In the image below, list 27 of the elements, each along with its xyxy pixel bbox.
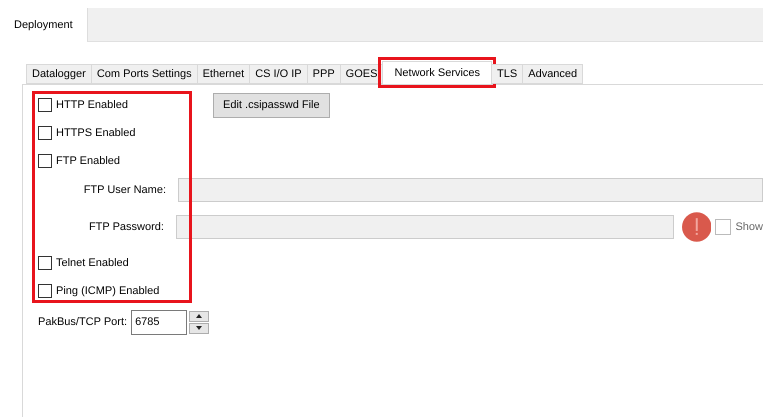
checkbox-label: Telnet Enabled (56, 257, 129, 269)
tab[interactable]: TLS (491, 64, 524, 84)
checkbox-label: FTP Enabled (56, 155, 120, 167)
checkbox[interactable] (38, 126, 52, 140)
spin-up-button[interactable] (189, 310, 210, 322)
checkbox-label: HTTPS Enabled (56, 127, 136, 139)
tab[interactable]: Ethernet (196, 64, 250, 84)
checkbox-label: HTTP Enabled (56, 99, 128, 111)
checkbox[interactable] (38, 256, 52, 270)
up-arrow-icon (196, 314, 202, 318)
down-arrow-icon (196, 326, 202, 330)
field-label: FTP Password: (88, 221, 165, 233)
tab[interactable]: Com Ports Settings (90, 64, 198, 84)
spin-down-button[interactable] (189, 322, 210, 334)
tab[interactable]: Datalogger (26, 64, 92, 84)
checkbox[interactable] (38, 154, 52, 168)
port-field[interactable]: 6785 (131, 310, 188, 334)
tab[interactable]: PPP (306, 64, 341, 84)
checkbox-label: Show (735, 221, 763, 233)
edit-file-button[interactable]: Edit .csipasswd File (213, 92, 330, 118)
checkbox[interactable] (38, 98, 52, 112)
checkbox[interactable] (38, 284, 52, 298)
checkbox-label: Ping (ICMP) Enabled (56, 285, 160, 297)
tab[interactable]: Advanced (522, 64, 584, 84)
field-label: FTP User Name: (82, 184, 167, 196)
field-label: PakBus/TCP Port: (38, 316, 128, 328)
tab[interactable]: CS I/O IP (249, 64, 308, 84)
